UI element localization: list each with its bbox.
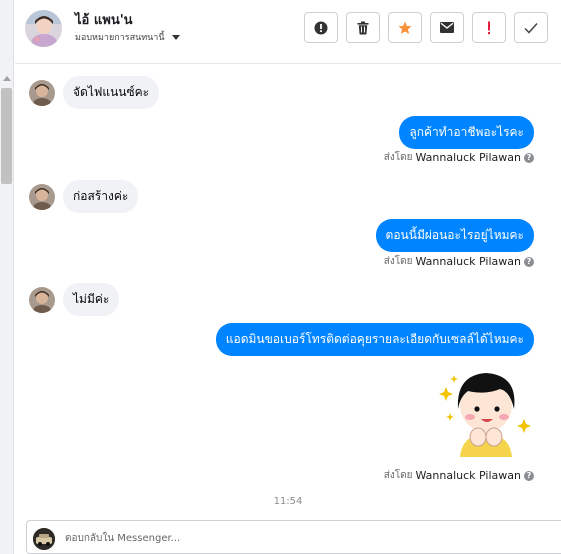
caret-down-icon [171, 34, 180, 40]
page-avatar [33, 528, 55, 550]
check-icon [524, 22, 538, 34]
contact-avatar-small[interactable] [29, 183, 55, 210]
sent-by-line: ส่งโดย Wannaluck Pilawan ? [384, 254, 534, 269]
help-icon[interactable]: ? [524, 152, 534, 163]
trash-icon [357, 21, 369, 34]
report-spam-button[interactable] [304, 12, 338, 43]
help-icon[interactable]: ? [524, 470, 534, 481]
star-icon [398, 21, 412, 34]
incoming-message-bubble: ไม่มีค่ะ [63, 283, 120, 316]
outgoing-message-bubble: ตอนนี้มีผ่อนอะไรอยู่ไหมคะ [375, 219, 534, 252]
contact-avatar[interactable] [25, 10, 62, 47]
conversation-header: ไอ้ แพน'น มอบหมายการสนทนานี้ [15, 0, 561, 64]
left-scrollbar[interactable] [0, 0, 14, 554]
outgoing-message-bubble: ลูกค้าทำอาชีพอะไรคะ [399, 116, 534, 149]
outgoing-message-bubble: แอดมินขอเบอร์โทรติดต่อคุยรายละเอียดกับเซ… [215, 323, 534, 356]
sent-by-label: ส่งโดย [383, 470, 413, 481]
scroll-up-arrow-icon[interactable] [3, 76, 11, 81]
mark-done-button[interactable] [514, 12, 548, 43]
delete-button[interactable] [346, 12, 380, 43]
message-thread[interactable]: จัดไฟแนนซ์คะ ลูกค้าทำอาชีพอะไรคะ ส่งโดย … [15, 65, 561, 514]
assign-conversation-dropdown[interactable]: มอบหมายการสนทนานี้ [75, 30, 180, 44]
exclamation-circle-icon [314, 21, 328, 34]
incoming-message-row: ไม่มีค่ะ [29, 283, 120, 316]
sender-name: Wannaluck Pilawan [415, 151, 522, 164]
sender-name: Wannaluck Pilawan [415, 255, 522, 268]
contact-avatar-small[interactable] [29, 79, 55, 106]
message-timestamp: 11:54 [273, 496, 303, 507]
incoming-message-bubble: จัดไฟแนนซ์คะ [63, 76, 160, 109]
star-button[interactable] [388, 12, 422, 43]
incoming-message-row: จัดไฟแนนซ์คะ [29, 76, 160, 109]
incoming-message-row: ก่อสร้างค่ะ [29, 180, 139, 213]
sent-by-label: ส่งโดย [383, 256, 413, 267]
sticker-image [438, 365, 534, 461]
scrollbar-thumb[interactable] [1, 88, 12, 184]
mark-unread-button[interactable] [430, 12, 464, 43]
exclamation-icon [488, 21, 490, 34]
reply-composer [26, 520, 561, 554]
envelope-icon [440, 22, 454, 33]
sent-by-line: ส่งโดย Wannaluck Pilawan ? [384, 468, 534, 483]
follow-up-button[interactable] [472, 12, 506, 43]
contact-avatar-small[interactable] [29, 286, 55, 313]
contact-name[interactable]: ไอ้ แพน'น [75, 9, 133, 30]
action-toolbar [304, 12, 548, 43]
sender-name: Wannaluck Pilawan [415, 469, 522, 482]
sent-by-line: ส่งโดย Wannaluck Pilawan ? [384, 150, 534, 165]
incoming-message-bubble: ก่อสร้างค่ะ [63, 180, 139, 213]
help-icon[interactable]: ? [524, 256, 534, 267]
sent-by-label: ส่งโดย [383, 152, 413, 163]
reply-input[interactable] [65, 528, 365, 548]
assign-label: มอบหมายการสนทนานี้ [75, 33, 165, 43]
